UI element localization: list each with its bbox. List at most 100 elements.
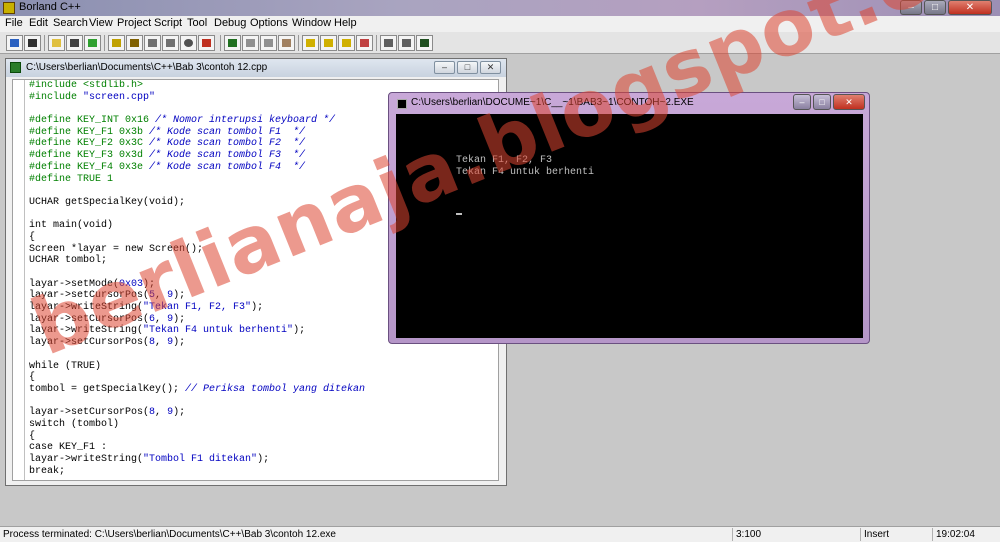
editor-gutter[interactable] (13, 80, 25, 480)
code-token: // Periksa tombol yang ditekan (185, 383, 366, 395)
code-line[interactable]: #define KEY_F3 0x3d /* Kode scan tombol … (29, 150, 365, 162)
code-line[interactable]: #include "screen.cpp" (29, 92, 365, 104)
console-screen[interactable]: Tekan F1, F2, F3 Tekan F4 untuk berhenti (396, 114, 863, 338)
menu-view[interactable]: View (89, 17, 113, 29)
menu-help[interactable]: Help (334, 17, 357, 29)
code-line[interactable]: UCHAR tombol; (29, 255, 365, 267)
code-token: layar->setMode( (29, 278, 120, 290)
menu-edit[interactable]: Edit (29, 17, 48, 29)
code-token: layar->writeString( (29, 302, 144, 314)
code-token: layar->setCursorPos( (29, 337, 150, 349)
code-line[interactable]: layar->setCursorPos(5, 9); (29, 290, 365, 302)
code-line[interactable]: layar->setCursorPos(8, 9); (29, 407, 365, 419)
menu-debug[interactable]: Debug (214, 17, 246, 29)
source-code[interactable]: #include <stdlib.h> #include "screen.cpp"… (29, 80, 365, 477)
menu-tool[interactable]: Tool (187, 17, 207, 29)
code-line[interactable]: #define KEY_F4 0x3e /* Kode scan tombol … (29, 162, 365, 174)
code-line[interactable] (29, 267, 365, 279)
code-line[interactable]: layar->writeString("Tombol F1 ditekan"); (29, 454, 365, 466)
console-minimize-button[interactable]: – (793, 94, 811, 110)
trace-into-icon[interactable] (162, 35, 179, 51)
code-token: , (155, 407, 168, 419)
code-line[interactable]: switch (tombol) (29, 419, 365, 431)
code-line[interactable] (29, 103, 365, 115)
console-maximize-button[interactable]: □ (813, 94, 831, 110)
open-file-icon[interactable] (48, 35, 65, 51)
paste-icon[interactable] (278, 35, 295, 51)
insert-mode: Insert (860, 528, 932, 541)
copy-icon[interactable] (260, 35, 277, 51)
code-token: while (TRUE) (29, 360, 102, 372)
code-token: { (29, 231, 36, 243)
code-line[interactable]: Screen *layar = new Screen(); (29, 244, 365, 256)
undo-icon[interactable] (224, 35, 241, 51)
maximize-button[interactable]: □ (924, 0, 946, 15)
code-token: ); (143, 278, 156, 290)
code-line[interactable]: layar->setMode(0x03); (29, 279, 365, 291)
run-icon[interactable] (84, 35, 101, 51)
console-window[interactable]: C:\Users\berlian\DOCUME~1\C__~1\BAB3~1\C… (388, 92, 870, 344)
code-line[interactable]: #include <stdlib.h> (29, 80, 365, 92)
window-list-icon[interactable] (398, 35, 415, 51)
code-token: /* Kode scan tombol F3 */ (149, 150, 306, 162)
close-button[interactable]: ✕ (948, 0, 992, 15)
help-icon[interactable] (416, 35, 433, 51)
code-line[interactable]: layar->setCursorPos(6, 9); (29, 314, 365, 326)
replace-icon[interactable] (320, 35, 337, 51)
code-line[interactable]: UCHAR getSpecialKey(void); (29, 197, 365, 209)
editor-titlebar[interactable]: C:\Users\berlian\Documents\C++\Bab 3\con… (6, 59, 506, 77)
cursor-position: 3:100 (732, 528, 860, 541)
make-icon[interactable] (126, 35, 143, 51)
code-line[interactable] (29, 209, 365, 221)
editor-close-button[interactable]: ✕ (480, 61, 501, 74)
code-line[interactable]: layar->writeString("Tekan F4 untuk berhe… (29, 325, 365, 337)
open-project-icon[interactable] (6, 35, 23, 51)
menu-window[interactable]: Window (292, 17, 331, 29)
code-token: #include (29, 91, 84, 103)
print-icon[interactable] (66, 35, 83, 51)
find-icon[interactable] (302, 35, 319, 51)
window-tile-icon[interactable] (380, 35, 397, 51)
code-line[interactable]: #define KEY_F2 0x3C /* Kode scan tombol … (29, 138, 365, 150)
search-again-icon[interactable] (338, 35, 355, 51)
code-line[interactable]: { (29, 372, 365, 384)
step-over-icon[interactable] (144, 35, 161, 51)
code-line[interactable]: { (29, 232, 365, 244)
code-line[interactable]: { (29, 431, 365, 443)
cut-icon[interactable] (242, 35, 259, 51)
code-line[interactable]: break; (29, 466, 365, 478)
code-line[interactable]: layar->setCursorPos(8, 9); (29, 337, 365, 349)
menu-script[interactable]: Script (154, 17, 182, 29)
code-token: #define KEY_F4 0x3e (29, 161, 150, 173)
editor-title: C:\Users\berlian\Documents\C++\Bab 3\con… (26, 62, 268, 73)
breakpoint-icon[interactable] (198, 35, 215, 51)
minimize-button[interactable]: – (900, 0, 922, 15)
code-line[interactable]: #define TRUE 1 (29, 174, 365, 186)
save-icon[interactable] (24, 35, 41, 51)
code-line[interactable]: #define KEY_INT 0x16 /* Nomor interupsi … (29, 115, 365, 127)
compile-icon[interactable] (108, 35, 125, 51)
toolbar-separator (104, 35, 105, 51)
code-line[interactable] (29, 349, 365, 361)
app-titlebar[interactable]: Borland C++ – □ ✕ (0, 0, 1000, 16)
code-token: #define KEY_F2 0x3C (29, 138, 150, 150)
code-line[interactable]: tombol = getSpecialKey(); // Periksa tom… (29, 384, 365, 396)
code-line[interactable]: #define KEY_F1 0x3b /* Kode scan tombol … (29, 127, 365, 139)
menu-options[interactable]: Options (250, 17, 288, 29)
menu-project[interactable]: Project (117, 17, 151, 29)
browse-icon[interactable] (356, 35, 373, 51)
toolbar-separator (376, 35, 377, 51)
code-line[interactable]: while (TRUE) (29, 361, 365, 373)
menu-search[interactable]: Search (53, 17, 88, 29)
menu-file[interactable]: File (5, 17, 23, 29)
code-line[interactable]: case KEY_F1 : (29, 442, 365, 454)
console-close-button[interactable]: ✕ (833, 94, 865, 110)
code-line[interactable] (29, 396, 365, 408)
editor-minimize-button[interactable]: – (434, 61, 455, 74)
code-line[interactable] (29, 185, 365, 197)
code-line[interactable]: int main(void) (29, 220, 365, 232)
stop-icon[interactable] (180, 35, 197, 51)
code-line[interactable]: layar->writeString("Tekan F1, F2, F3"); (29, 302, 365, 314)
editor-maximize-button[interactable]: □ (457, 61, 478, 74)
code-token: , (155, 313, 168, 325)
